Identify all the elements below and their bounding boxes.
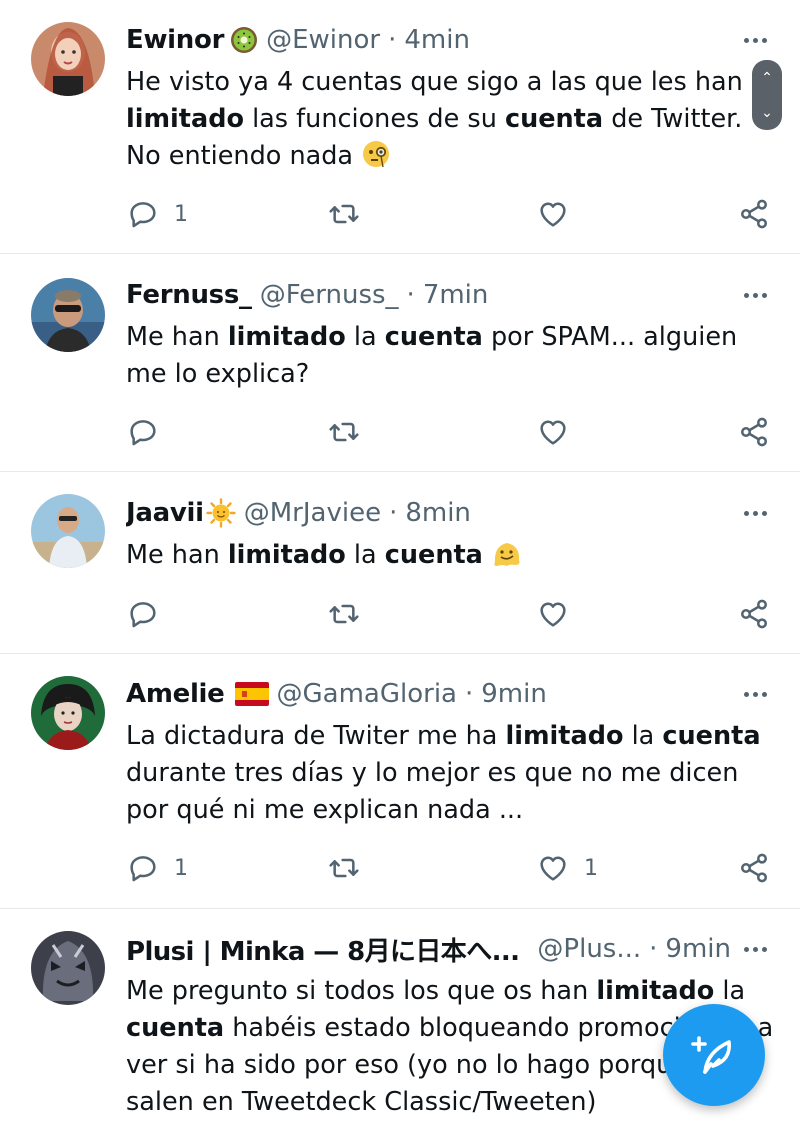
heart-icon	[540, 202, 566, 227]
share-button[interactable]	[738, 596, 770, 632]
display-name[interactable]: Plusi | Minka — 8月に日本へ...	[126, 932, 520, 967]
reply-button[interactable]	[126, 596, 174, 632]
user-handle[interactable]: @Ewinor	[266, 25, 380, 55]
avatar[interactable]	[31, 494, 105, 568]
share-icon	[741, 417, 767, 447]
heart-icon	[540, 420, 566, 445]
compose-feather-plus-icon	[691, 1036, 731, 1074]
chevron-up-icon[interactable]: ⌃	[761, 71, 773, 85]
separator-dot: ·	[406, 280, 415, 310]
tweet[interactable]: Fernuss_ @Fernuss_ · 7min Me han limitad…	[0, 254, 800, 472]
display-name[interactable]: Amelie	[126, 679, 225, 709]
share-button[interactable]	[738, 196, 770, 232]
monocle-face-emoji-icon	[361, 139, 391, 180]
retweet-icon	[329, 204, 359, 224]
retweet-button[interactable]	[326, 850, 376, 886]
user-handle[interactable]: @MrJaviee	[244, 498, 381, 528]
share-icon	[741, 199, 767, 229]
share-button[interactable]	[738, 414, 770, 450]
like-count: 1	[584, 855, 598, 881]
display-name[interactable]: Ewinor	[126, 25, 224, 55]
tweet-text: He visto ya 4 cuentas que sigo a las que…	[126, 64, 780, 180]
reply-icon	[130, 602, 156, 628]
heart-icon	[540, 602, 566, 627]
kiwi-emoji-icon	[230, 26, 258, 54]
more-options-button[interactable]	[740, 280, 770, 310]
tweet-header: Fernuss_ @Fernuss_ · 7min	[126, 278, 780, 312]
timestamp[interactable]: 8min	[405, 498, 471, 528]
user-handle[interactable]: @Plus...	[537, 934, 641, 964]
tweet-header: Jaavii @MrJaviee · 8min	[126, 496, 780, 530]
compose-tweet-button[interactable]	[663, 1004, 765, 1106]
share-icon	[741, 853, 767, 883]
reply-count: 1	[174, 201, 188, 227]
avatar[interactable]	[31, 676, 105, 750]
tweet-header: Amelie @GamaGloria · 9min	[126, 677, 780, 711]
reply-icon	[130, 202, 156, 228]
more-options-button[interactable]	[740, 934, 770, 964]
like-button[interactable]: 1	[536, 850, 598, 886]
sun-emoji-icon	[206, 498, 236, 528]
avatar[interactable]	[31, 278, 105, 352]
retweet-icon	[329, 858, 359, 878]
retweet-button[interactable]	[326, 596, 376, 632]
retweet-button[interactable]	[326, 414, 376, 450]
like-button[interactable]	[536, 196, 584, 232]
retweet-icon	[329, 422, 359, 442]
separator-dot: ·	[388, 25, 397, 55]
share-icon	[741, 599, 767, 629]
timestamp[interactable]: 9min	[665, 934, 731, 964]
timeline: Ewinor @Ewinor · 4min He visto ya 4 cuen…	[0, 0, 800, 1122]
reply-icon	[130, 856, 156, 882]
display-name[interactable]: Fernuss_	[126, 280, 252, 310]
like-button[interactable]	[536, 414, 584, 450]
reply-button[interactable]	[126, 414, 174, 450]
separator-dot: ·	[464, 679, 474, 709]
retweet-icon	[329, 604, 359, 624]
user-handle[interactable]: @GamaGloria	[277, 679, 457, 709]
tweet[interactable]: Ewinor @Ewinor · 4min He visto ya 4 cuen…	[0, 0, 800, 254]
reply-button[interactable]: 1	[126, 196, 188, 232]
timestamp[interactable]: 7min	[423, 280, 489, 310]
retweet-button[interactable]	[326, 196, 376, 232]
tweet-actions: 1	[126, 196, 770, 232]
tweet-text: Me han limitado la cuenta por SPAM... al…	[126, 322, 738, 389]
spain-flag-emoji-icon	[234, 682, 269, 706]
avatar[interactable]	[31, 22, 105, 96]
share-button[interactable]	[738, 850, 770, 886]
reply-count: 1	[174, 855, 188, 881]
tweet[interactable]: Amelie @GamaGloria · 9min La dictadura d…	[0, 654, 800, 909]
timestamp[interactable]: 9min	[481, 679, 547, 709]
melting-face-emoji-icon	[491, 538, 523, 579]
display-name[interactable]: Jaavii	[126, 498, 204, 528]
separator-dot: ·	[649, 934, 658, 964]
scroll-navigator[interactable]: ⌃ ⌄	[752, 60, 782, 130]
tweet-text: Me han limitado la cuenta	[126, 537, 780, 579]
tweet-actions	[126, 414, 770, 450]
more-options-button[interactable]	[740, 679, 770, 709]
more-options-button[interactable]	[740, 25, 770, 55]
more-options-button[interactable]	[740, 498, 770, 528]
reply-button[interactable]: 1	[126, 850, 188, 886]
tweet-actions: 1 1	[126, 850, 770, 886]
reply-icon	[130, 420, 156, 446]
like-button[interactable]	[536, 596, 584, 632]
avatar[interactable]	[31, 931, 105, 1005]
user-handle[interactable]: @Fernuss_	[260, 280, 399, 310]
chevron-down-icon[interactable]: ⌄	[761, 106, 773, 120]
tweet[interactable]: Jaavii @MrJaviee · 8min Me han limitado …	[0, 472, 800, 654]
tweet-header: Plusi | Minka — 8月に日本へ... @Plus... · 9mi…	[126, 932, 780, 966]
tweet-actions	[126, 596, 770, 632]
tweet-text: La dictadura de Twiter me ha limitado la…	[126, 721, 761, 825]
tweet-header: Ewinor @Ewinor · 4min	[126, 23, 780, 57]
heart-icon	[540, 856, 566, 881]
separator-dot: ·	[389, 498, 398, 528]
timestamp[interactable]: 4min	[404, 25, 470, 55]
